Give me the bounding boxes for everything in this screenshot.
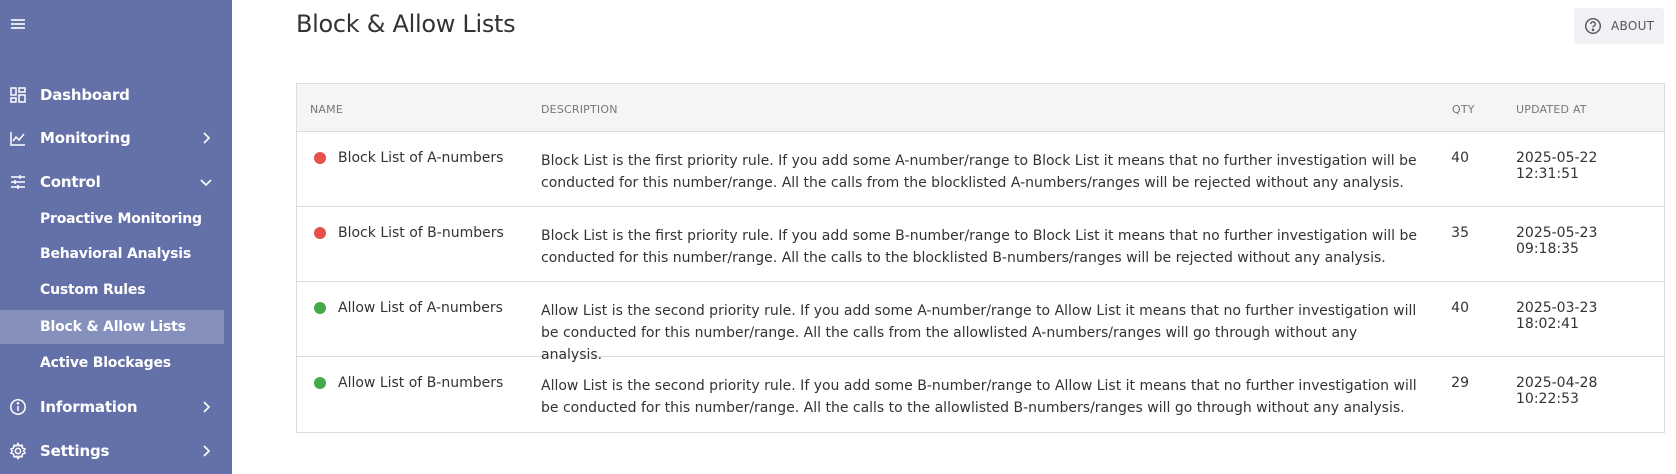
sidebar-subitem-proactive-monitoring[interactable]: Proactive Monitoring [0,202,224,236]
column-header-name[interactable]: NAME [310,103,343,116]
status-dot-allow [314,302,326,314]
sliders-icon [9,173,27,191]
table-row[interactable]: Block List of B-numbers Block List is th… [297,207,1664,282]
hamburger-icon[interactable] [10,16,26,32]
status-dot-block [314,227,326,239]
chevron-right-icon [199,444,213,458]
list-name: Block List of B-numbers [338,225,504,241]
sidebar-item-control[interactable]: Control [0,164,232,200]
list-updated-at: 2025-04-28 10:22:53 [1516,375,1598,407]
sidebar-subitem-label: Block & Allow Lists [40,319,186,335]
lists-table: NAME DESCRIPTION QTY UPDATED AT Block Li… [296,83,1665,433]
chevron-down-icon [199,175,213,189]
column-header-description[interactable]: DESCRIPTION [541,103,618,116]
list-description: Block List is the first priority rule. I… [541,228,1417,266]
sidebar-subitem-label: Active Blockages [40,355,171,371]
sidebar-subitem-custom-rules[interactable]: Custom Rules [0,273,224,307]
help-icon [1584,17,1602,35]
sidebar-subitem-block-allow-lists[interactable]: Block & Allow Lists [0,310,224,344]
chevron-right-icon [199,131,213,145]
list-updated-at: 2025-05-23 09:18:35 [1516,225,1598,257]
sidebar: Dashboard Monitoring Control Proactive M… [0,0,232,474]
page-title: Block & Allow Lists [296,10,516,38]
list-qty: 35 [1451,225,1469,241]
column-header-updated-at[interactable]: UPDATED AT [1516,103,1587,116]
sidebar-item-settings[interactable]: Settings [0,433,232,469]
sidebar-item-label: Information [40,398,138,416]
chart-icon [9,129,27,147]
list-name: Allow List of A-numbers [338,300,503,316]
status-dot-block [314,152,326,164]
about-label: ABOUT [1611,19,1655,33]
list-updated-at: 2025-03-23 18:02:41 [1516,300,1598,332]
list-name: Allow List of B-numbers [338,375,504,391]
list-qty: 40 [1451,150,1469,166]
sidebar-item-label: Dashboard [40,86,130,104]
table-header: NAME DESCRIPTION QTY UPDATED AT [297,84,1664,132]
list-qty: 29 [1451,375,1469,391]
table-row[interactable]: Allow List of A-numbers Allow List is th… [297,282,1664,363]
list-updated-at: 2025-05-22 12:31:51 [1516,150,1598,182]
dashboard-icon [9,86,27,104]
sidebar-item-label: Settings [40,442,110,460]
list-qty: 40 [1451,300,1469,316]
sidebar-subitem-label: Behavioral Analysis [40,246,191,262]
table-row[interactable]: Block List of A-numbers Block List is th… [297,132,1664,207]
sidebar-subitem-label: Proactive Monitoring [40,211,202,227]
sidebar-item-label: Monitoring [40,129,131,147]
table-row[interactable]: Allow List of B-numbers Allow List is th… [297,357,1664,432]
list-name: Block List of A-numbers [338,150,504,166]
column-header-qty[interactable]: QTY [1452,103,1475,116]
sidebar-item-dashboard[interactable]: Dashboard [0,77,232,113]
status-dot-allow [314,377,326,389]
list-description: Block List is the first priority rule. I… [541,153,1417,191]
sidebar-item-monitoring[interactable]: Monitoring [0,120,232,156]
list-description: Allow List is the second priority rule. … [541,378,1417,416]
sidebar-item-label: Control [40,173,101,191]
sidebar-subitem-behavioral-analysis[interactable]: Behavioral Analysis [0,237,224,271]
sidebar-item-information[interactable]: Information [0,389,232,425]
gear-icon [9,441,27,461]
sidebar-subitem-active-blockages[interactable]: Active Blockages [0,346,224,380]
chevron-right-icon [199,400,213,414]
info-icon [9,398,27,416]
sidebar-subitem-label: Custom Rules [40,282,146,298]
about-button[interactable]: ABOUT [1574,8,1664,44]
